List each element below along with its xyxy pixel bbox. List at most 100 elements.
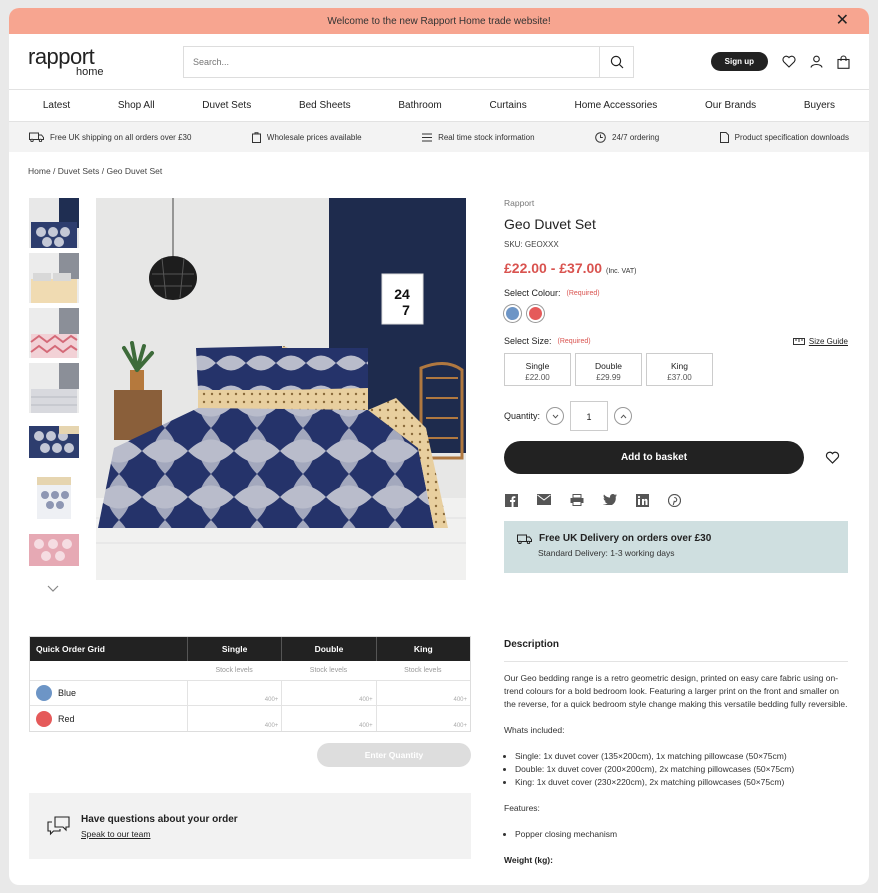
description-heading: Description (504, 638, 848, 662)
features-list: Popper closing mechanism (515, 828, 848, 841)
quantity-decrease-button[interactable] (546, 407, 565, 425)
main-product-image[interactable]: 24 7 (96, 198, 466, 580)
colour-label-text: Select Colour: (504, 288, 561, 298)
thumbnail-5[interactable] (29, 418, 79, 468)
thumbnail-list (29, 198, 79, 583)
banner-text: Welcome to the new Rapport Home trade we… (327, 15, 551, 27)
nav-item-home-accessories[interactable]: Home Accessories (574, 100, 657, 111)
delivery-info: Free UK Delivery on orders over £30 Stan… (504, 521, 848, 573)
product-brand[interactable]: Rapport (504, 198, 848, 208)
logo-text: rapport (28, 43, 95, 69)
chevron-down-icon (552, 414, 558, 419)
colour-label: Select Colour: (Required) (504, 288, 848, 298)
thumbnail-image (29, 363, 79, 413)
quantity-cell[interactable]: 400+ (375, 706, 470, 731)
nav-item-shop-all[interactable]: Shop All (118, 100, 155, 111)
pinterest-icon[interactable] (668, 494, 681, 507)
logo[interactable]: rapport home (28, 43, 178, 78)
colour-swatches (504, 305, 848, 322)
quantity-stepper: Quantity: 1 (504, 401, 848, 431)
size-option-double[interactable]: Double £29.99 (575, 353, 642, 386)
thumbnail-image (29, 473, 79, 523)
quantity-cell[interactable]: 400+ (281, 706, 375, 731)
heart-icon[interactable] (782, 55, 796, 68)
print-icon[interactable] (570, 494, 584, 506)
welcome-banner: Welcome to the new Rapport Home trade we… (9, 8, 869, 34)
whats-included-label: Whats included: (504, 725, 565, 735)
breadcrumb-duvet-sets[interactable]: Duvet Sets (58, 166, 100, 176)
perk-stock-text: Real time stock information (438, 132, 535, 142)
thumbnail-7[interactable] (29, 528, 79, 578)
included-list: Single: 1x duvet cover (135×200cm), 1x m… (515, 750, 848, 789)
product-price: £22.00 - £37.00 (Inc. VAT) (504, 260, 848, 276)
product-title: Geo Duvet Set (504, 216, 596, 232)
list-item: Popper closing mechanism (515, 828, 848, 841)
product-sku: SKU: GEOXXX (504, 240, 559, 249)
nav-item-bed-sheets[interactable]: Bed Sheets (299, 100, 351, 111)
add-to-basket-button[interactable]: Add to basket (504, 441, 804, 474)
breadcrumb-home[interactable]: Home (28, 166, 51, 176)
swatch-blue[interactable] (504, 305, 521, 322)
nav-item-bathroom[interactable]: Bathroom (398, 100, 441, 111)
search-button[interactable] (599, 46, 633, 77)
basket-icon[interactable] (837, 54, 850, 69)
wishlist-heart-icon[interactable] (825, 451, 840, 464)
thumbnail-2[interactable] (29, 253, 79, 303)
enter-quantity-button[interactable]: Enter Quantity (317, 743, 471, 767)
perk-wholesale: Wholesale prices available (251, 131, 362, 143)
swatch-red[interactable] (527, 305, 544, 322)
site-header: rapport home Sign up (9, 34, 869, 90)
size-option-single[interactable]: Single £22.00 (504, 353, 571, 386)
nav-item-duvet-sets[interactable]: Duvet Sets (202, 100, 251, 111)
grid-title: Quick Order Grid (36, 644, 105, 654)
speak-to-team-link[interactable]: Speak to our team (81, 829, 238, 839)
stock-label: Stock levels (215, 667, 253, 674)
perks-bar: Free UK shipping on all orders over £30 … (9, 122, 869, 152)
size-label: Select Size: (Required) Size Guide (504, 336, 848, 346)
quantity-increase-button[interactable] (614, 407, 633, 425)
signup-button[interactable]: Sign up (710, 52, 768, 71)
price-range: £22.00 - £37.00 (504, 260, 603, 276)
facebook-icon[interactable] (505, 494, 518, 507)
email-icon[interactable] (537, 494, 551, 505)
frame-text-7: 7 (402, 302, 410, 318)
size-option-king[interactable]: King £37.00 (646, 353, 713, 386)
thumbnail-4[interactable] (29, 363, 79, 413)
delivery-truck-icon (517, 534, 532, 544)
thumbnail-6[interactable] (29, 473, 79, 523)
perk-shipping: Free UK shipping on all orders over £30 (29, 132, 191, 142)
nav-item-buyers[interactable]: Buyers (804, 100, 835, 111)
size-guide-link[interactable]: Size Guide (792, 337, 848, 346)
ruler-icon (792, 337, 805, 345)
perk-shipping-text: Free UK shipping on all orders over £30 (50, 132, 192, 142)
size-price: £37.00 (667, 373, 692, 382)
perk-wholesale-text: Wholesale prices available (266, 132, 362, 142)
linkedin-icon[interactable] (636, 494, 649, 507)
row-colour-name: Red (58, 713, 75, 724)
quantity-cell[interactable]: 400+ (281, 681, 375, 705)
nav-item-our-brands[interactable]: Our Brands (705, 100, 756, 111)
nav-item-latest[interactable]: Latest (43, 100, 70, 111)
frame-text-24: 24 (394, 286, 410, 302)
search-input[interactable] (184, 46, 599, 77)
quantity-input[interactable]: 1 (570, 401, 609, 431)
chevron-down-icon[interactable] (47, 585, 59, 593)
add-to-basket-row: Add to basket (504, 441, 848, 474)
account-icon[interactable] (810, 55, 823, 68)
thumbnail-3[interactable] (29, 308, 79, 358)
colour-dot (36, 685, 52, 701)
size-price: £22.00 (525, 373, 550, 382)
twitter-icon[interactable] (603, 494, 617, 505)
quantity-cell[interactable]: 400+ (186, 681, 281, 705)
thumbnail-1[interactable] (29, 198, 79, 248)
product-info: Rapport Geo Duvet Set SKU: GEOXXX £22.00… (504, 198, 848, 573)
close-icon[interactable]: ✕ (836, 13, 849, 29)
nav-item-curtains[interactable]: Curtains (489, 100, 526, 111)
delivery-subtitle: Standard Delivery: 1-3 working days (538, 548, 675, 558)
perk-ordering: 24/7 ordering (595, 131, 659, 143)
document-icon (719, 131, 729, 143)
list-item: King: 1x duvet cover (230×220cm), 2x mat… (515, 776, 848, 789)
quantity-label: Quantity: (504, 411, 541, 421)
quantity-cell[interactable]: 400+ (375, 681, 470, 705)
quantity-cell[interactable]: 400+ (186, 706, 281, 731)
